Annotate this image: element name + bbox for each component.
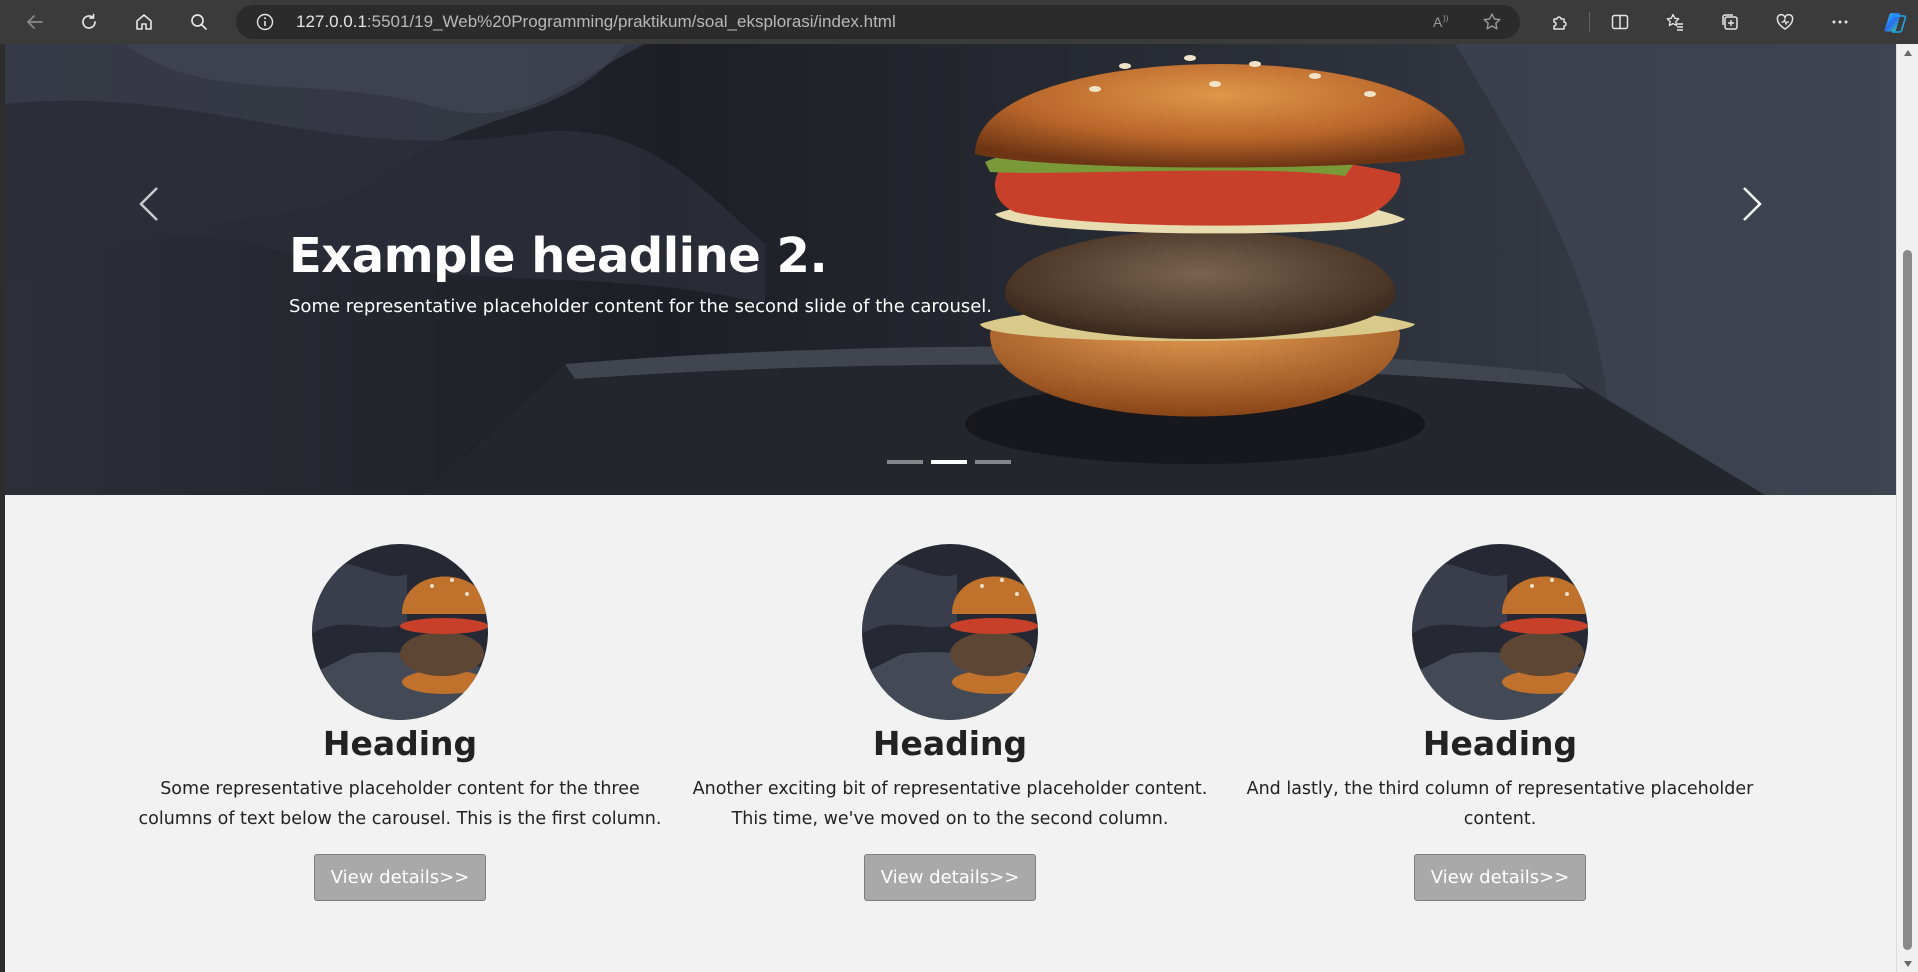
- hero-carousel: Example headline 2. Some representative …: [5, 44, 1896, 495]
- scroll-down-arrow-icon[interactable]: [1897, 955, 1918, 972]
- view-details-button[interactable]: View details>>: [1413, 854, 1587, 901]
- carousel-text: Some representative placeholder content …: [289, 296, 993, 317]
- burger-thumbnail-image: [1412, 544, 1588, 720]
- browser-toolbar: 127.0.0.1:5501/19_Web%20Programming/prak…: [0, 0, 1918, 44]
- split-screen-icon[interactable]: [1604, 6, 1636, 38]
- page-scrollbar[interactable]: [1896, 44, 1918, 972]
- favorites-icon[interactable]: [1659, 6, 1691, 38]
- home-icon[interactable]: [128, 6, 160, 38]
- scrollbar-thumb[interactable]: [1903, 250, 1912, 950]
- carousel-headline: Example headline 2.: [289, 228, 828, 284]
- column-heading: Heading: [322, 724, 478, 763]
- svg-text:A: A: [1433, 14, 1443, 30]
- chevron-right-icon: [1743, 187, 1762, 221]
- collections-icon[interactable]: [1714, 6, 1746, 38]
- browser-essentials-icon[interactable]: [1769, 6, 1801, 38]
- info-icon[interactable]: [256, 13, 274, 31]
- extensions-icon[interactable]: [1544, 6, 1576, 38]
- carousel-next-button[interactable]: [1722, 164, 1782, 244]
- copilot-icon[interactable]: [1879, 6, 1911, 38]
- column-thumbnail: [312, 544, 488, 720]
- carousel-indicator-2[interactable]: [931, 460, 967, 464]
- column-text: And lastly, the third column of represen…: [1246, 779, 1754, 829]
- column-heading: Heading: [872, 724, 1028, 763]
- url-text[interactable]: 127.0.0.1:5501/19_Web%20Programming/prak…: [296, 5, 896, 39]
- svg-text:)): )): [1443, 14, 1449, 23]
- burger-thumbnail-image: [862, 544, 1038, 720]
- view-details-button[interactable]: View details>>: [863, 854, 1037, 901]
- marketing-column-1: Heading Some representative placeholder …: [130, 544, 670, 901]
- url-host: 127.0.0.1: [296, 12, 367, 31]
- more-icon[interactable]: [1824, 6, 1856, 38]
- carousel-caption: Example headline 2. Some representative …: [289, 226, 992, 320]
- toolbar-divider: [1589, 12, 1590, 32]
- marketing-column-2: Heading Another exciting bit of represen…: [680, 544, 1220, 901]
- chevron-left-icon: [139, 187, 158, 221]
- column-thumbnail: [1412, 544, 1588, 720]
- url-path: :5501/19_Web%20Programming/praktikum/soa…: [366, 12, 896, 31]
- refresh-icon[interactable]: [73, 6, 105, 38]
- page-viewport: Example headline 2. Some representative …: [0, 44, 1918, 972]
- column-heading: Heading: [1422, 724, 1578, 763]
- favorite-star-icon[interactable]: [1482, 12, 1502, 32]
- back-icon[interactable]: [19, 6, 51, 38]
- column-thumbnail: [862, 544, 1038, 720]
- marketing-column-3: Heading And lastly, the third column of …: [1230, 544, 1770, 901]
- view-details-button[interactable]: View details>>: [313, 854, 487, 901]
- scroll-up-arrow-icon[interactable]: [1897, 44, 1918, 61]
- column-text: Another exciting bit of representative p…: [692, 779, 1208, 829]
- read-aloud-icon[interactable]: A)): [1432, 12, 1452, 32]
- carousel-indicator-3[interactable]: [975, 460, 1011, 464]
- carousel-prev-button[interactable]: [119, 164, 179, 244]
- column-text: Some representative placeholder content …: [138, 779, 662, 829]
- carousel-indicators: [887, 460, 1011, 464]
- address-bar[interactable]: 127.0.0.1:5501/19_Web%20Programming/prak…: [236, 5, 1520, 39]
- burger-thumbnail-image: [312, 544, 488, 720]
- carousel-indicator-1[interactable]: [887, 460, 923, 464]
- search-icon[interactable]: [183, 6, 215, 38]
